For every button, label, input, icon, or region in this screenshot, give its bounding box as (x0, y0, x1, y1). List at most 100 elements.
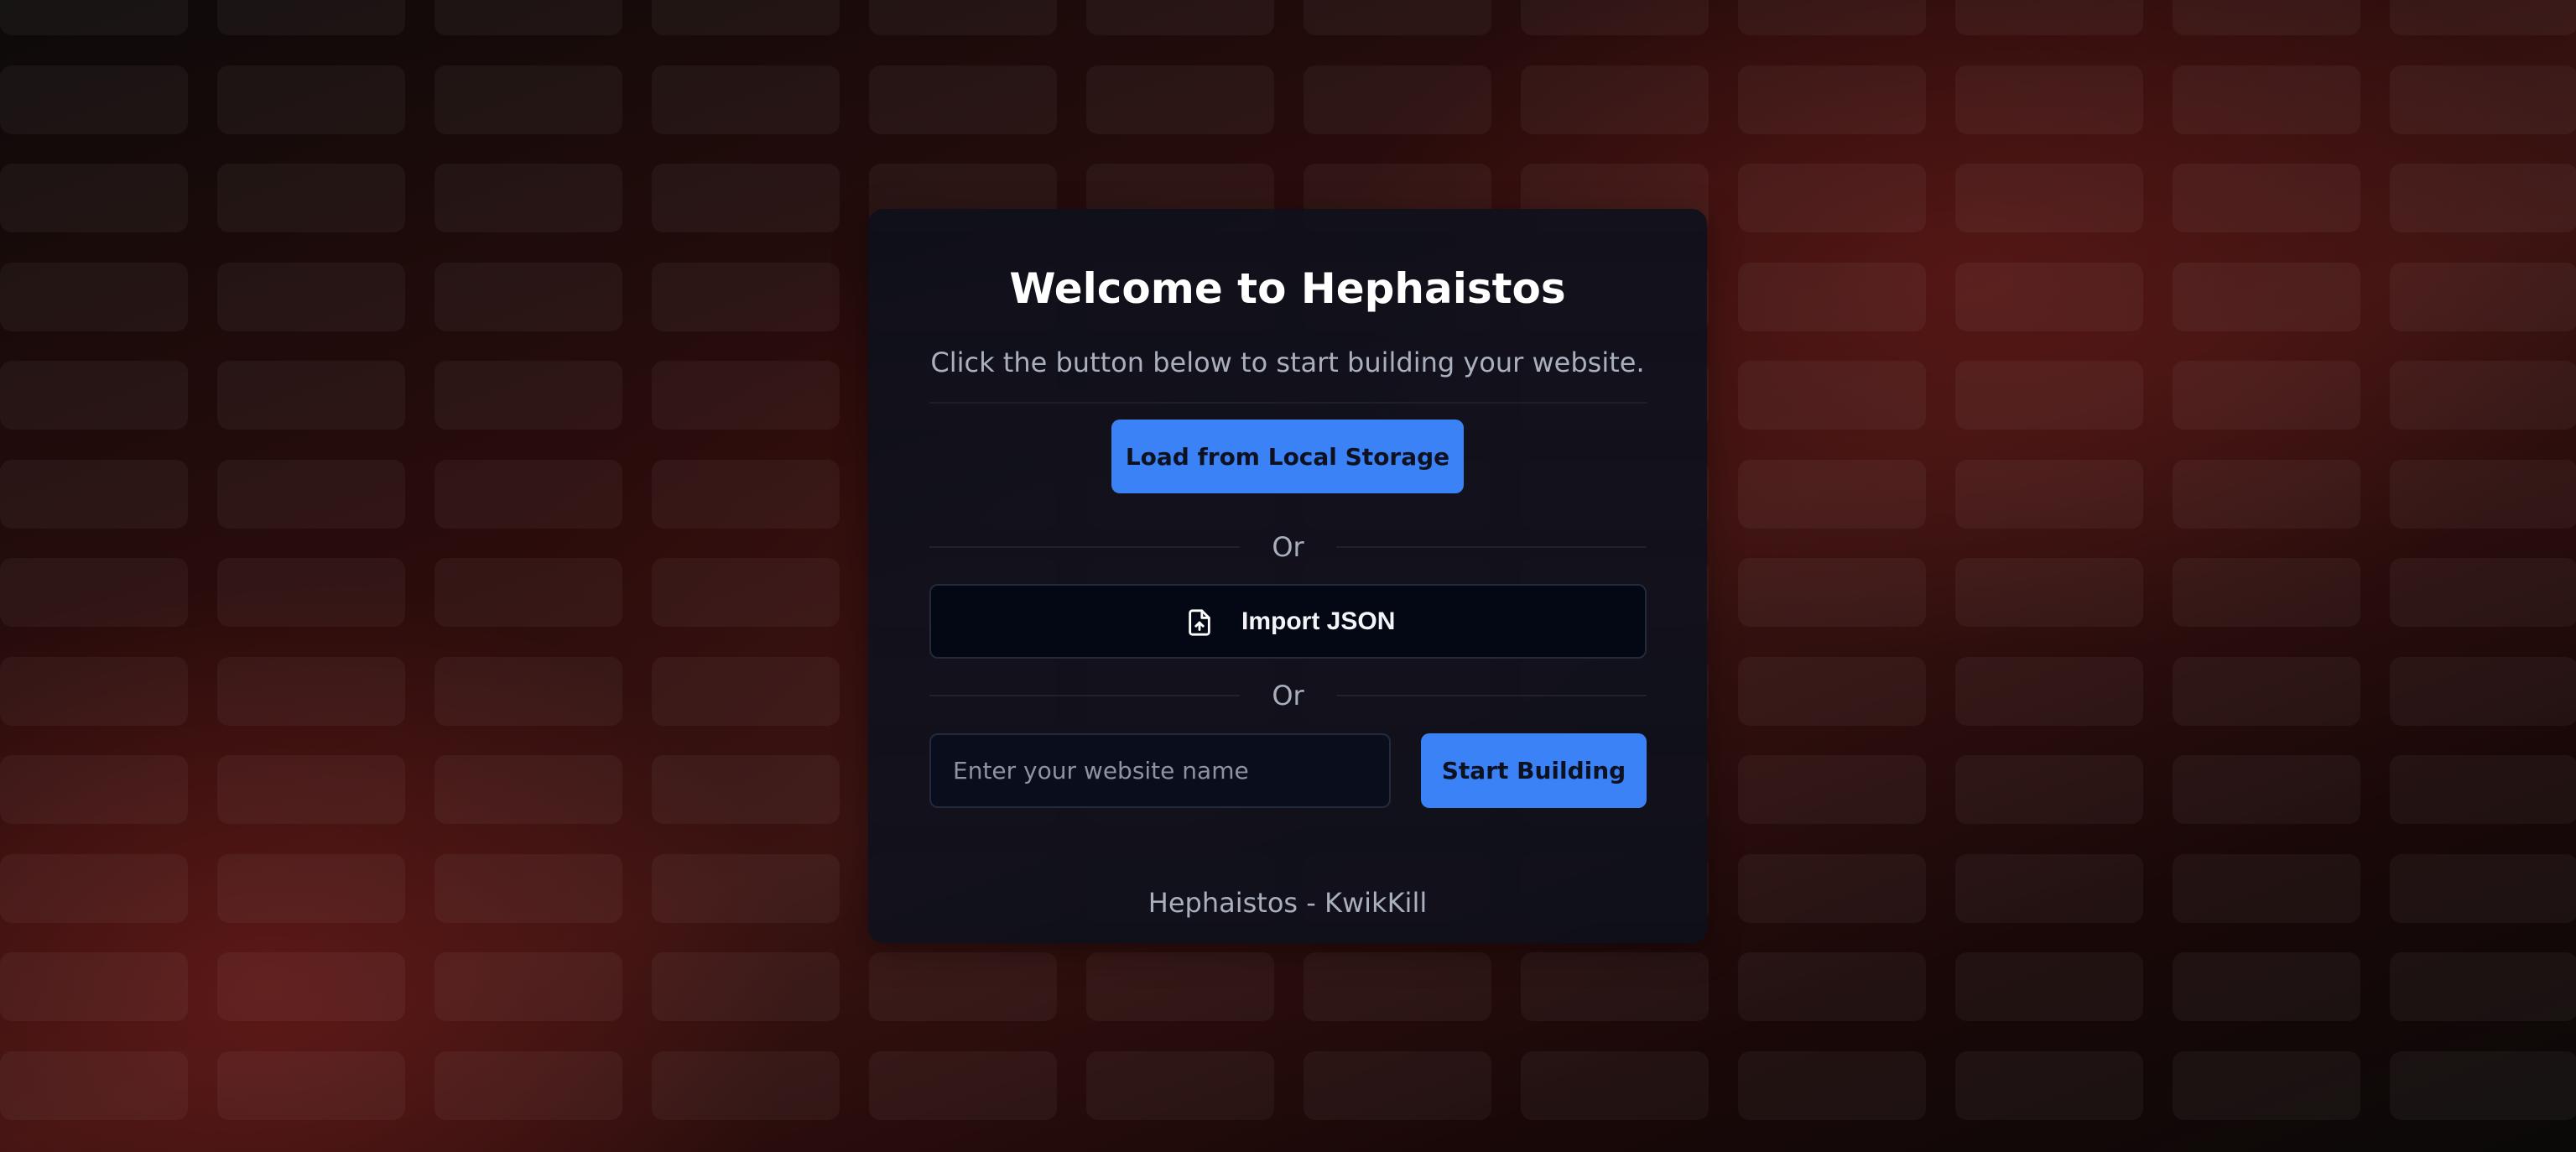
background-tile (2390, 65, 2576, 134)
background-tile (1955, 164, 2143, 232)
start-building-button[interactable]: Start Building (1421, 733, 1647, 808)
background-tile (1086, 1050, 1274, 1120)
background-tile (0, 262, 188, 331)
background-tile (1738, 853, 1926, 923)
background-tile (435, 361, 622, 430)
background-tile (1955, 853, 2143, 923)
background-tile (217, 0, 405, 35)
import-json-button[interactable]: Import JSON (929, 584, 1647, 659)
background-tile (1955, 558, 2143, 627)
background-tile (869, 952, 1057, 1021)
background-tile (869, 1050, 1057, 1120)
background-tile (1738, 558, 1926, 627)
background-tile (0, 0, 188, 35)
background-tile (435, 459, 622, 529)
divider (1336, 546, 1647, 548)
background-tile (1304, 0, 1491, 35)
background-tile (1738, 656, 1926, 726)
background-tile (2390, 0, 2576, 35)
background-tile (1738, 459, 1926, 529)
background-tile (217, 558, 405, 627)
background-tile (869, 0, 1057, 35)
background-tile (0, 656, 188, 726)
page-subtitle: Click the button below to start building… (930, 347, 1645, 378)
background-tile (1955, 952, 2143, 1021)
background-tile (217, 853, 405, 923)
background-tile (652, 0, 840, 35)
background-tile (435, 262, 622, 331)
footer-credit: Hephaistos - KwikKill (1147, 887, 1428, 919)
background-tile (1955, 361, 2143, 430)
background-tile (217, 755, 405, 824)
background-tile (435, 952, 622, 1021)
background-tile (435, 853, 622, 923)
background-tile (2173, 558, 2360, 627)
background-tile (435, 0, 622, 35)
page-title: Welcome to Hephaistos (1009, 264, 1566, 313)
background-tile (1955, 0, 2143, 35)
background-tile (217, 1050, 405, 1120)
background-tile (435, 1050, 622, 1120)
background-tile (435, 164, 622, 232)
background-tile (2173, 361, 2360, 430)
background-tile (435, 558, 622, 627)
background-tile (652, 853, 840, 923)
background-tile (1304, 952, 1491, 1021)
background-tile (217, 656, 405, 726)
background-tile (2173, 262, 2360, 331)
background-tile (652, 361, 840, 430)
background-tile (2390, 361, 2576, 430)
background-tile (1521, 0, 1709, 35)
background-tile (1738, 1050, 1926, 1120)
background-tile (2390, 558, 2576, 627)
background-tile (0, 755, 188, 824)
background-tile (0, 558, 188, 627)
background-tile (1738, 361, 1926, 430)
background-tile (1738, 164, 1926, 232)
background-tile (1955, 1050, 2143, 1120)
background-tile (652, 65, 840, 134)
background-tile (1738, 65, 1926, 134)
background-tile (1521, 65, 1709, 134)
background-tile (435, 65, 622, 134)
background-tile (652, 262, 840, 331)
background-tile (0, 952, 188, 1021)
background-tile (2173, 656, 2360, 726)
import-json-label: Import JSON (1241, 607, 1396, 635)
background-tile (652, 1050, 840, 1120)
or-separator: Or (929, 679, 1647, 712)
background-tile (1738, 952, 1926, 1021)
background-tile (217, 65, 405, 134)
file-upload-icon (1189, 609, 1210, 636)
load-from-local-storage-button[interactable]: Load from Local Storage (1111, 420, 1464, 493)
background-tile (0, 853, 188, 923)
background-tile (2173, 164, 2360, 232)
background-tile (2390, 1050, 2576, 1120)
background-tile (1955, 755, 2143, 824)
background-tile (0, 459, 188, 529)
background-tile (435, 755, 622, 824)
background-tile (1738, 0, 1926, 35)
background-tile (1086, 65, 1274, 134)
background-tile (2173, 0, 2360, 35)
background-tile (0, 65, 188, 134)
background-tile (2173, 952, 2360, 1021)
background-tile (2390, 755, 2576, 824)
background-tile (1955, 262, 2143, 331)
background-tile (0, 1050, 188, 1120)
background-tile (2173, 459, 2360, 529)
background-tile (1738, 262, 1926, 331)
background-tile (1086, 952, 1274, 1021)
background-tile (1304, 1050, 1491, 1120)
background-tile (217, 361, 405, 430)
background-tile (1955, 656, 2143, 726)
background-tile (217, 459, 405, 529)
background-tile (652, 459, 840, 529)
background-tile (1955, 65, 2143, 134)
website-name-input[interactable] (929, 733, 1391, 808)
background-tile (652, 952, 840, 1021)
background-tile (652, 656, 840, 726)
background-tile (652, 755, 840, 824)
background-tile (0, 361, 188, 430)
background-tile (2173, 755, 2360, 824)
